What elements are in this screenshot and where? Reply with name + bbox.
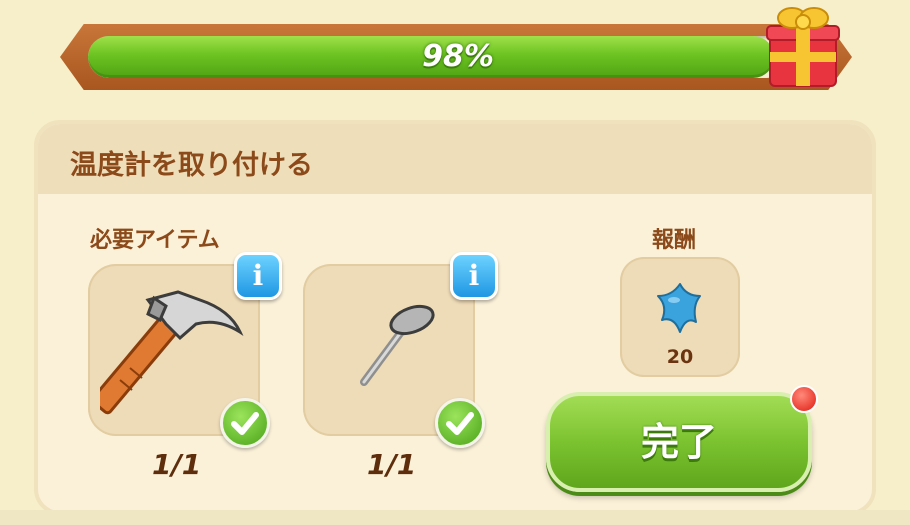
info-icon: i bbox=[468, 259, 480, 292]
required-count-hammer: 1/1 bbox=[152, 448, 202, 481]
quest-title: 温度計を取り付ける bbox=[70, 150, 313, 181]
check-icon bbox=[435, 398, 485, 448]
check-icon bbox=[220, 398, 270, 448]
info-button-hammer[interactable]: i bbox=[234, 252, 282, 300]
complete-button-label: 完了 bbox=[640, 420, 717, 464]
gift-box-icon[interactable] bbox=[764, 2, 842, 90]
bottom-strip bbox=[0, 510, 910, 525]
hammer-icon bbox=[100, 290, 244, 415]
reward-label: 報酬 bbox=[652, 228, 697, 253]
notification-dot bbox=[790, 385, 818, 413]
complete-button[interactable]: 完了 bbox=[546, 392, 812, 492]
blue-star-icon bbox=[657, 283, 701, 333]
reward-amount: 20 bbox=[666, 346, 694, 368]
info-button-nail[interactable]: i bbox=[450, 252, 498, 300]
progress-percent: 98% bbox=[422, 39, 494, 74]
nail-icon bbox=[360, 304, 435, 386]
info-icon: i bbox=[252, 259, 264, 292]
requirements-label: 必要アイテム bbox=[90, 228, 220, 253]
required-count-nail: 1/1 bbox=[367, 448, 417, 481]
